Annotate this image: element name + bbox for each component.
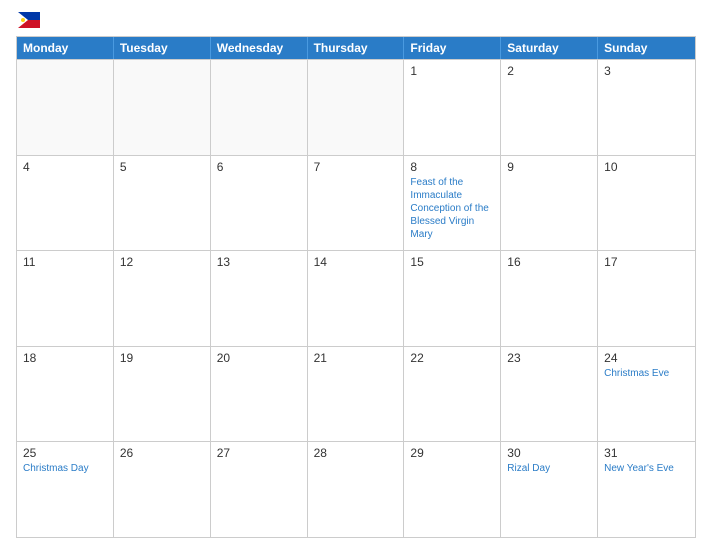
week-row-5: 25 Christmas Day 26 27 28 29 30 Rizal Day 31 New … [17, 441, 695, 537]
table-row: 12 [114, 251, 211, 346]
table-row: 24 Christmas Eve [598, 347, 695, 442]
calendar-body: 12345678Feast of the Immaculate Concepti… [17, 59, 695, 537]
day-number: 6 [217, 160, 301, 174]
day-number: 24 [604, 351, 689, 365]
col-header-saturday: Saturday [501, 37, 598, 59]
col-header-tuesday: Tuesday [114, 37, 211, 59]
table-row: 4 [17, 156, 114, 251]
table-row [114, 60, 211, 155]
holiday-label: Feast of the Immaculate Conception of th… [410, 176, 494, 241]
week-row-4: 18 19 20 21 22 23 24 Christmas Eve [17, 346, 695, 442]
day-number: 19 [120, 351, 204, 365]
table-row: 16 [501, 251, 598, 346]
holiday-label: Rizal Day [507, 462, 591, 475]
col-header-monday: Monday [17, 37, 114, 59]
day-number: 8 [410, 160, 494, 174]
day-number: 10 [604, 160, 689, 174]
table-row: 6 [211, 156, 308, 251]
week-row-2: 45678 Feast of the Immaculate Conception … [17, 155, 695, 251]
table-row: 31 New Year's Eve [598, 442, 695, 537]
week-row-3: 11 12 13 14 15 16 17 [17, 250, 695, 346]
holiday-label: New Year's Eve [604, 462, 689, 475]
col-header-sunday: Sunday [598, 37, 695, 59]
day-number: 31 [604, 446, 689, 460]
table-row: 19 [114, 347, 211, 442]
day-number: 30 [507, 446, 591, 460]
page-header [16, 12, 696, 28]
day-number: 16 [507, 255, 591, 269]
table-row: 2 [501, 60, 598, 155]
table-row: 25 Christmas Day [17, 442, 114, 537]
table-row: 18 [17, 347, 114, 442]
week-row-1: 123 [17, 59, 695, 155]
holiday-label: Christmas Eve [604, 367, 689, 380]
table-row: 13 [211, 251, 308, 346]
table-row: 26 [114, 442, 211, 537]
day-number: 1 [410, 64, 494, 78]
day-number: 13 [217, 255, 301, 269]
day-number: 15 [410, 255, 494, 269]
day-number: 12 [120, 255, 204, 269]
table-row: 20 [211, 347, 308, 442]
table-row: 9 [501, 156, 598, 251]
col-header-wednesday: Wednesday [211, 37, 308, 59]
day-number: 11 [23, 255, 107, 269]
table-row: 15 [404, 251, 501, 346]
day-number: 21 [314, 351, 398, 365]
table-row: 14 [308, 251, 405, 346]
table-row: 7 [308, 156, 405, 251]
day-number: 28 [314, 446, 398, 460]
day-number: 3 [604, 64, 689, 78]
table-row: 23 [501, 347, 598, 442]
day-number: 27 [217, 446, 301, 460]
day-number: 9 [507, 160, 591, 174]
table-row: 3 [598, 60, 695, 155]
day-number: 2 [507, 64, 591, 78]
col-header-thursday: Thursday [308, 37, 405, 59]
table-row [17, 60, 114, 155]
day-number: 18 [23, 351, 107, 365]
day-number: 7 [314, 160, 398, 174]
table-row: 27 [211, 442, 308, 537]
table-row [211, 60, 308, 155]
day-number: 14 [314, 255, 398, 269]
table-row: 29 [404, 442, 501, 537]
holiday-label: Christmas Day [23, 462, 107, 475]
day-number: 26 [120, 446, 204, 460]
day-number: 22 [410, 351, 494, 365]
table-row: 30 Rizal Day [501, 442, 598, 537]
flag-icon [18, 12, 40, 28]
table-row: 10 [598, 156, 695, 251]
table-row: 28 [308, 442, 405, 537]
calendar-grid: MondayTuesdayWednesdayThursdayFridaySatu… [16, 36, 696, 538]
table-row: 21 [308, 347, 405, 442]
day-number: 17 [604, 255, 689, 269]
table-row: 11 [17, 251, 114, 346]
day-number: 4 [23, 160, 107, 174]
calendar-header: MondayTuesdayWednesdayThursdayFridaySatu… [17, 37, 695, 59]
table-row: 5 [114, 156, 211, 251]
table-row: 22 [404, 347, 501, 442]
table-row: 1 [404, 60, 501, 155]
table-row: 17 [598, 251, 695, 346]
day-number: 5 [120, 160, 204, 174]
day-number: 20 [217, 351, 301, 365]
day-number: 25 [23, 446, 107, 460]
table-row: 8 Feast of the Immaculate Conception of t… [404, 156, 501, 251]
logo [16, 12, 40, 28]
table-row [308, 60, 405, 155]
day-number: 23 [507, 351, 591, 365]
day-number: 29 [410, 446, 494, 460]
calendar-page: MondayTuesdayWednesdayThursdayFridaySatu… [0, 0, 712, 550]
col-header-friday: Friday [404, 37, 501, 59]
